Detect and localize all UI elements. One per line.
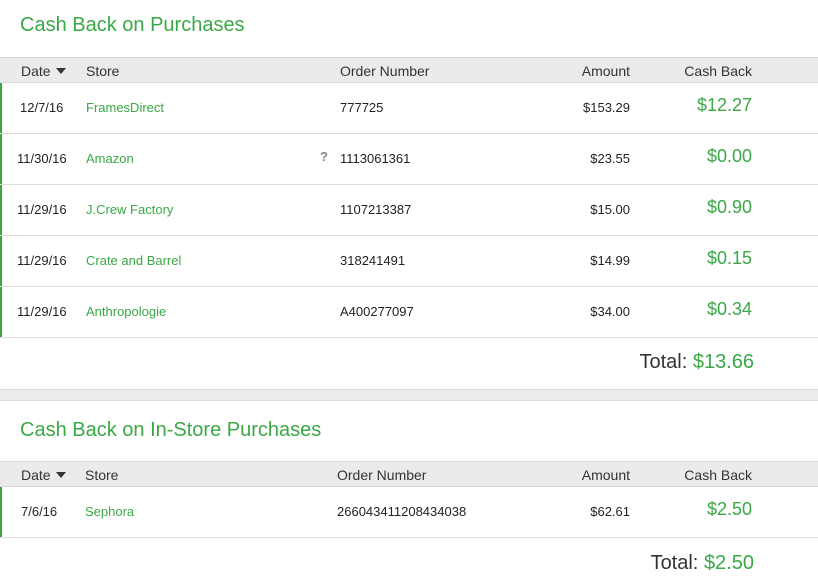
row-cashback: $0.15 [706, 248, 752, 268]
table-row: 11/30/16 Amazon ? 1113061361 $23.55 $0.0… [0, 134, 818, 185]
row-order-number: 318241491 [340, 253, 406, 268]
table-row: 11/29/16 J.Crew Factory 1107213387 $15.0… [0, 185, 818, 236]
store-column-header: Store [86, 63, 120, 79]
row-store-link[interactable]: Amazon [86, 151, 134, 166]
row-cashback: $0.00 [706, 146, 752, 166]
question-mark-icon[interactable]: ? [320, 149, 328, 164]
table-row: 11/29/16 Crate and Barrel 318241491 $14.… [0, 236, 818, 287]
row-amount: $14.99 [590, 253, 630, 268]
row-store-link[interactable]: Anthropologie [86, 304, 166, 319]
purchases-total: Total: $13.66 [639, 351, 754, 374]
cashback-column-header: Cash Back [684, 63, 752, 79]
instore-table-header: Date Store Order Number Amount Cash Back [0, 461, 818, 487]
row-order-number: 1113061361 [340, 151, 411, 166]
instore-section: Cash Back on In-Store Purchases Date Sto… [0, 401, 818, 587]
purchases-section: Cash Back on Purchases Date Store Order … [0, 0, 818, 389]
caret-down-icon [55, 472, 66, 479]
row-store-link[interactable]: Crate and Barrel [86, 253, 181, 268]
row-store-link[interactable]: Sephora [85, 504, 134, 519]
total-label: Total: [650, 552, 699, 574]
order-number-column-header: Order Number [337, 467, 427, 483]
table-row: 12/7/16 FramesDirect 777725 $153.29 $12.… [0, 83, 818, 134]
store-column-header: Store [85, 467, 119, 483]
order-number-column-header: Order Number [340, 63, 430, 79]
row-store-link[interactable]: FramesDirect [86, 100, 164, 115]
row-order-number: 1107213387 [340, 202, 412, 217]
row-cashback: $12.27 [696, 95, 752, 115]
row-accent-bar [0, 134, 2, 184]
total-value: $2.50 [703, 552, 754, 574]
row-order-number: 266043411208434038 [337, 504, 467, 519]
purchases-title: Cash Back on Purchases [20, 14, 245, 36]
row-date: 11/30/16 [17, 151, 67, 166]
date-column-header[interactable]: Date [21, 63, 66, 79]
row-amount: $23.55 [590, 151, 630, 166]
table-row: 7/6/16 Sephora 266043411208434038 $62.61… [0, 487, 818, 538]
row-accent-bar [0, 236, 2, 286]
row-accent-bar [0, 185, 2, 235]
row-cashback: $0.90 [706, 197, 752, 217]
amount-column-header: Amount [581, 467, 630, 483]
row-date: 11/29/16 [17, 202, 67, 217]
total-label: Total: [639, 351, 688, 373]
row-date: 11/29/16 [17, 253, 67, 268]
caret-down-icon [55, 68, 66, 75]
purchases-table-header: Date Store Order Number Amount Cash Back [0, 57, 818, 83]
row-amount: $153.29 [583, 100, 630, 115]
row-date: 7/6/16 [21, 504, 58, 519]
cashback-column-header: Cash Back [684, 467, 752, 483]
row-cashback: $0.34 [706, 299, 752, 319]
row-date: 11/29/16 [17, 304, 67, 319]
date-column-header[interactable]: Date [21, 467, 66, 483]
total-value: $13.66 [692, 351, 754, 373]
row-cashback: $2.50 [706, 499, 752, 519]
instore-title: Cash Back on In-Store Purchases [20, 419, 322, 441]
row-date: 12/7/16 [20, 100, 64, 115]
row-accent-bar [0, 287, 2, 337]
amount-column-header: Amount [581, 63, 630, 79]
table-row: 11/29/16 Anthropologie A400277097 $34.00… [0, 287, 818, 338]
instore-total: Total: $2.50 [651, 552, 754, 575]
section-divider [0, 389, 818, 401]
row-accent-bar [0, 83, 2, 133]
row-order-number: 777725 [340, 100, 384, 115]
row-amount: $62.61 [590, 504, 630, 519]
row-order-number: A400277097 [340, 304, 414, 319]
row-store-link[interactable]: J.Crew Factory [86, 202, 173, 217]
row-amount: $34.00 [590, 304, 630, 319]
row-accent-bar [0, 487, 2, 537]
row-amount: $15.00 [590, 202, 630, 217]
